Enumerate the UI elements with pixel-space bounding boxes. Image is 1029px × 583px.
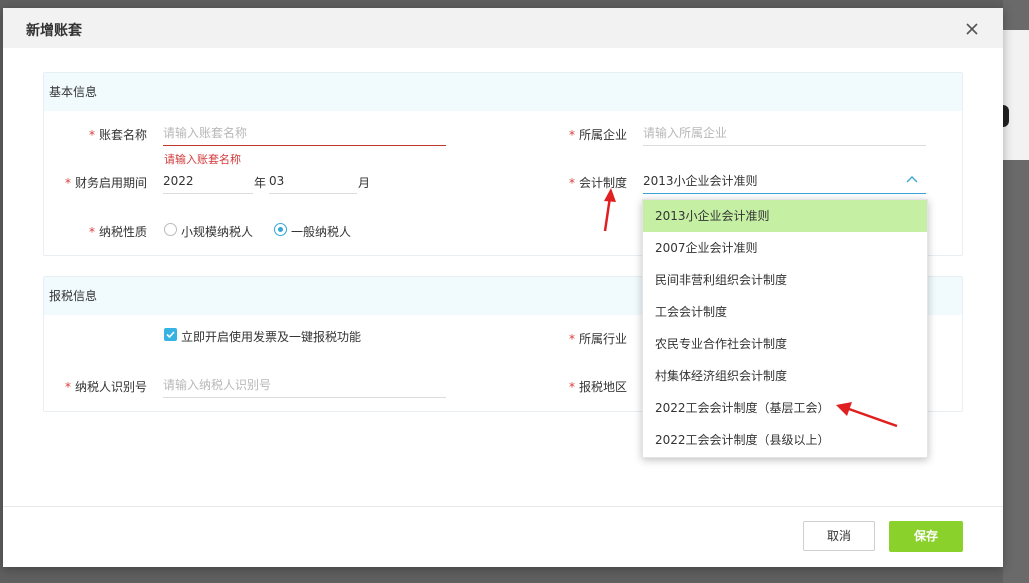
dialog-title: 新增账套 [26,23,82,39]
account-set-name-input[interactable]: 请输入账套名称 [163,121,446,146]
tax-type-label: * 纳税性质 [89,225,148,239]
account-set-name-label: * 账套名称 [89,128,148,142]
dropdown-option[interactable]: 2013小企业会计准则 [643,200,927,232]
radio-small-scale-label[interactable]: 小规模纳税人 [181,223,253,240]
footer-divider [3,506,1003,507]
company-input[interactable]: 请输入所属企业 [643,121,926,146]
annotation-arrow-up [603,188,616,232]
fiscal-month-input[interactable]: 03 [269,169,357,194]
month-unit: 月 [358,176,371,190]
accounting-system-select[interactable]: 2013小企业会计准则 [643,169,926,194]
background-glyph [1003,105,1009,127]
taxpayer-id-label: * 纳税人识别号 [65,380,148,394]
dropdown-option[interactable]: 2007企业会计准则 [643,232,927,264]
cancel-button[interactable]: 取消 [803,521,875,551]
dropdown-option[interactable]: 工会会计制度 [643,296,927,328]
invoice-checkbox-label[interactable]: 立即开启使用发票及一键报税功能 [181,328,361,345]
taxpayer-id-input[interactable]: 请输入纳税人识别号 [163,373,446,398]
save-button[interactable]: 保存 [889,521,963,552]
new-account-set-dialog: 新增账套 基本信息 * 账套名称 请输入账套名称 请输入账套名称 * 所属企业 请输… [3,8,1003,567]
fiscal-period-label: * 财务启用期间 [65,176,148,190]
dropdown-option[interactable]: 农民专业合作社会计制度 [643,328,927,360]
industry-label: * 所属行业 [569,332,628,346]
radio-general[interactable] [274,223,287,236]
dropdown-option[interactable]: 民间非营利组织会计制度 [643,264,927,296]
invoice-checkbox[interactable] [164,328,177,341]
account-set-name-error: 请输入账套名称 [164,153,241,166]
background-page [1003,30,1029,160]
radio-general-label[interactable]: 一般纳税人 [291,223,351,240]
chevron-up-icon[interactable] [906,175,918,183]
dialog-header: 新增账套 [3,8,1003,48]
company-label: * 所属企业 [569,128,628,142]
dropdown-option[interactable]: 村集体经济组织会计制度 [643,360,927,392]
basic-info-heading: 基本信息 [44,73,962,111]
tax-region-label: * 报税地区 [569,380,628,394]
close-icon[interactable] [964,21,980,37]
annotation-arrow-left [836,402,898,428]
year-unit: 年 [254,176,267,190]
radio-small-scale[interactable] [164,223,177,236]
check-icon [166,331,175,339]
fiscal-year-input[interactable]: 2022 [163,169,253,194]
